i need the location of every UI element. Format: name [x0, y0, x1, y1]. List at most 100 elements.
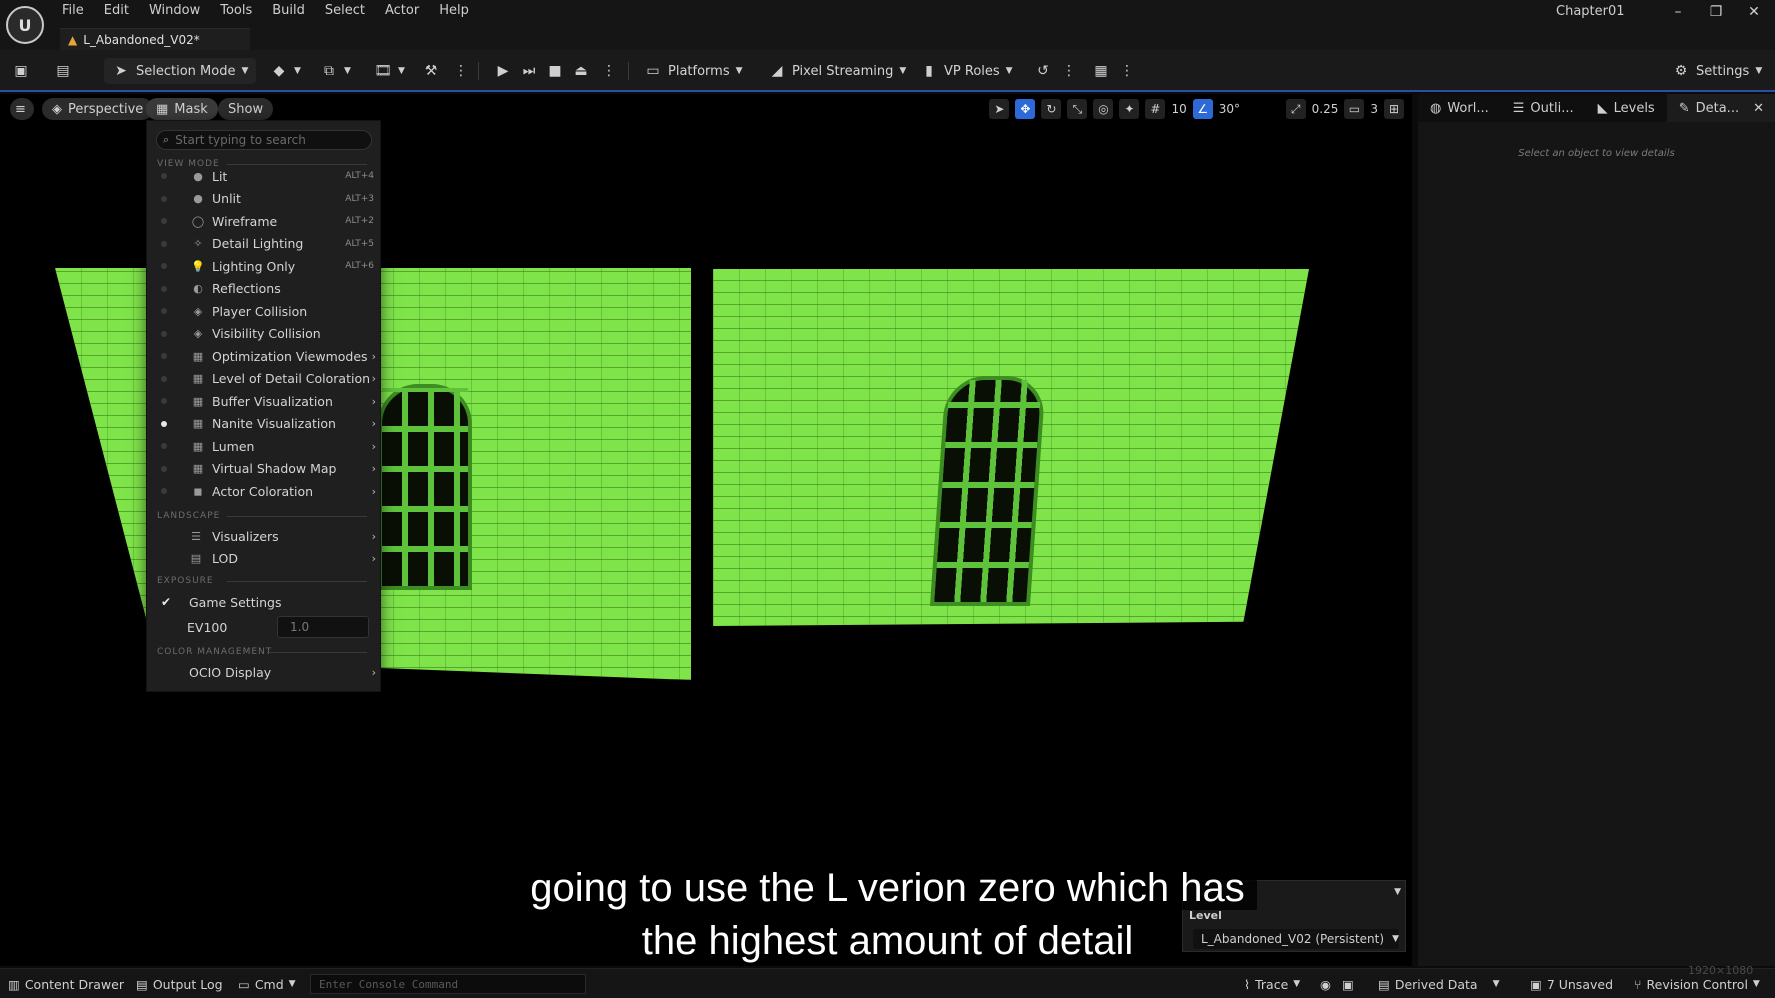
restore-button[interactable]: ❐ — [1696, 0, 1736, 24]
revision-control-dropdown[interactable]: ⑂ Revision Control ▼ — [1634, 975, 1760, 993]
rotate-tool-icon[interactable]: ↻ — [1041, 99, 1062, 119]
grid-snap-value[interactable]: 10 — [1171, 102, 1186, 116]
move-tool-icon[interactable]: ✥ — [1015, 99, 1036, 119]
trace-dropdown[interactable]: ⌇ Trace ▼ — [1244, 975, 1300, 993]
menu-item-actor-coloration[interactable]: ◼ Actor Coloration › — [147, 480, 382, 502]
radio-indicator — [161, 195, 167, 202]
menu-item-level-of-detail-coloration[interactable]: ▦ Level of Detail Coloration › — [147, 368, 382, 390]
surface-snap-icon[interactable]: ✦ — [1119, 99, 1140, 119]
search-icon: ⌕ — [163, 133, 170, 146]
screenshot-icon[interactable]: ▣ — [1342, 975, 1354, 993]
tab-world-settings[interactable]: ◍ Worl... — [1418, 94, 1501, 122]
menu-select[interactable]: Select — [315, 2, 375, 19]
pixel-streaming-dropdown[interactable]: ◢ Pixel Streaming ▼ — [768, 58, 907, 84]
stop-button[interactable]: ■ — [546, 58, 564, 84]
layout-icon[interactable]: ▦ — [1092, 58, 1110, 84]
unreal-logo-icon[interactable]: U — [6, 6, 44, 44]
scale-snap-icon[interactable]: ⤢ — [1285, 99, 1306, 119]
menu-item-reflections[interactable]: ◐ Reflections — [147, 278, 382, 300]
transform-tools: ➤ ✥ ↻ ⤡ ◎ ✦ # 10 ∠ 30° — [989, 98, 1240, 120]
console-command-input[interactable]: Enter Console Command — [310, 974, 586, 994]
settings-dropdown[interactable]: ⚙ Settings ▼ — [1672, 58, 1763, 84]
output-log-button[interactable]: ▤ Output Log — [136, 975, 223, 993]
level-tab[interactable]: ▲ L_Abandoned_V02* — [60, 28, 250, 50]
sphere-icon: ● — [193, 169, 203, 183]
menu-search-input[interactable]: ⌕ Start typing to search — [156, 130, 372, 150]
menu-item-visualizers[interactable]: ☰ Visualizers › — [147, 525, 382, 547]
selection-mode-dropdown[interactable]: ➤ Selection Mode ▼ — [104, 58, 257, 84]
mask-icon: ▦ — [156, 101, 169, 117]
tab-details[interactable]: ✎ Deta... ✕ — [1666, 94, 1775, 122]
menu-help[interactable]: Help — [429, 2, 479, 19]
menu-item-optimization-viewmodes[interactable]: ▦ Optimization Viewmodes › — [147, 345, 382, 367]
cinematics-icon[interactable]: 🎞 ▼ — [374, 58, 405, 84]
menu-actor[interactable]: Actor — [375, 2, 429, 19]
tab-levels[interactable]: ◣ Levels — [1586, 94, 1667, 122]
show-button[interactable]: Show — [218, 98, 274, 120]
scale-tool-icon[interactable]: ⤡ — [1067, 99, 1088, 119]
menu-item-unlit[interactable]: ● Unlit ALT+3 — [147, 188, 382, 210]
cursor-icon: ➤ — [115, 63, 127, 79]
world-local-icon[interactable]: ◎ — [1093, 99, 1114, 119]
menu-item-player-collision[interactable]: ◈ Player Collision — [147, 300, 382, 322]
grid-icon: ▦ — [192, 394, 204, 408]
camera-speed-icon[interactable]: ▭ — [1344, 99, 1365, 119]
menu-item-wireframe[interactable]: ◯ Wireframe ALT+2 — [147, 210, 382, 232]
menu-item-ocio-display[interactable]: OCIO Display › — [147, 661, 382, 683]
content-drawer-button[interactable]: ▥ Content Drawer — [8, 975, 124, 993]
resolution-readout: 1920×1080 — [1688, 964, 1754, 977]
build-icon[interactable]: ⚒ — [422, 58, 440, 84]
blueprint-icon[interactable]: ⧉ ▼ — [320, 58, 351, 84]
record-icon[interactable]: ◉ — [1320, 975, 1331, 993]
maximize-viewport-icon[interactable]: ⊞ — [1384, 99, 1404, 119]
menu-tools[interactable]: Tools — [210, 2, 262, 19]
menu-file[interactable]: File — [52, 2, 94, 19]
close-tab-icon[interactable]: ✕ — [1753, 101, 1764, 116]
menu-window[interactable]: Window — [139, 2, 210, 19]
unsaved-button[interactable]: ▣ 7 Unsaved — [1530, 975, 1613, 993]
menu-edit[interactable]: Edit — [94, 2, 139, 19]
menu-item-lighting-only[interactable]: 💡 Lighting Only ALT+6 — [147, 255, 382, 277]
more-options-icon[interactable]: ⋮ — [452, 58, 470, 84]
menu-item-lit[interactable]: ● Lit ALT+4 — [147, 165, 382, 187]
play-options-icon[interactable]: ⋮ — [600, 58, 618, 84]
close-window-button[interactable]: ✕ — [1734, 0, 1774, 24]
add-actor-icon[interactable]: ◆ ▼ — [270, 58, 301, 84]
platforms-dropdown[interactable]: ▭ Platforms ▼ — [644, 58, 742, 84]
menu-build[interactable]: Build — [262, 2, 315, 19]
view-mode-button[interactable]: ▦ Mask — [146, 98, 218, 120]
hamburger-menu-icon[interactable]: ≡ — [10, 98, 34, 120]
camera-speed-value[interactable]: 3 — [1370, 102, 1378, 116]
vp-roles-label: VP Roles — [944, 63, 1000, 79]
rotation-snap-icon[interactable]: ∠ — [1192, 99, 1213, 119]
save-icon[interactable]: ▣ — [12, 58, 30, 84]
minimize-button[interactable]: – — [1658, 0, 1698, 24]
shortcut-label: ALT+6 — [345, 261, 374, 271]
scale-snap-value[interactable]: 0.25 — [1312, 102, 1339, 116]
menu-item-virtual-shadow-map[interactable]: ▦ Virtual Shadow Map › — [147, 458, 382, 480]
selection-mode-label: Selection Mode — [136, 63, 236, 79]
grid-snap-icon[interactable]: # — [1145, 99, 1166, 119]
perspective-button[interactable]: ◈ Perspective — [42, 98, 154, 120]
play-next-button[interactable]: ⏭ — [520, 58, 538, 84]
menu-item-lod[interactable]: ▤ LOD › — [147, 547, 382, 569]
menu-item-lumen[interactable]: ▦ Lumen › — [147, 435, 382, 457]
play-button[interactable]: ▶ — [494, 58, 512, 84]
source-control-icon[interactable]: ↺ — [1034, 58, 1052, 84]
cmd-dropdown[interactable]: ▭ Cmd ▼ — [238, 975, 296, 993]
more-options-icon[interactable]: ⋮ — [1060, 58, 1078, 84]
ev100-input[interactable]: 1.0 — [277, 616, 369, 638]
select-tool-icon[interactable]: ➤ — [989, 99, 1010, 119]
tab-outliner[interactable]: ☰ Outli... — [1501, 94, 1586, 122]
vp-roles-dropdown[interactable]: ▮ VP Roles ▼ — [920, 58, 1012, 84]
game-settings-checkbox[interactable]: ✔ Game Settings — [147, 591, 382, 613]
menu-item-buffer-visualization[interactable]: ▦ Buffer Visualization › — [147, 390, 382, 412]
menu-item-visibility-collision[interactable]: ◈ Visibility Collision — [147, 323, 382, 345]
browse-icon[interactable]: ▤ — [54, 58, 72, 84]
derived-data-dropdown[interactable]: ▤ Derived Data ▼ — [1378, 975, 1500, 993]
eject-button[interactable]: ⏏ — [572, 58, 590, 84]
rotation-snap-value[interactable]: 30° — [1219, 102, 1240, 116]
more-options-icon[interactable]: ⋮ — [1118, 58, 1136, 84]
menu-item-detail-lighting[interactable]: ✧ Detail Lighting ALT+5 — [147, 233, 382, 255]
menu-item-nanite-visualization[interactable]: ▦ Nanite Visualization › — [147, 413, 382, 435]
